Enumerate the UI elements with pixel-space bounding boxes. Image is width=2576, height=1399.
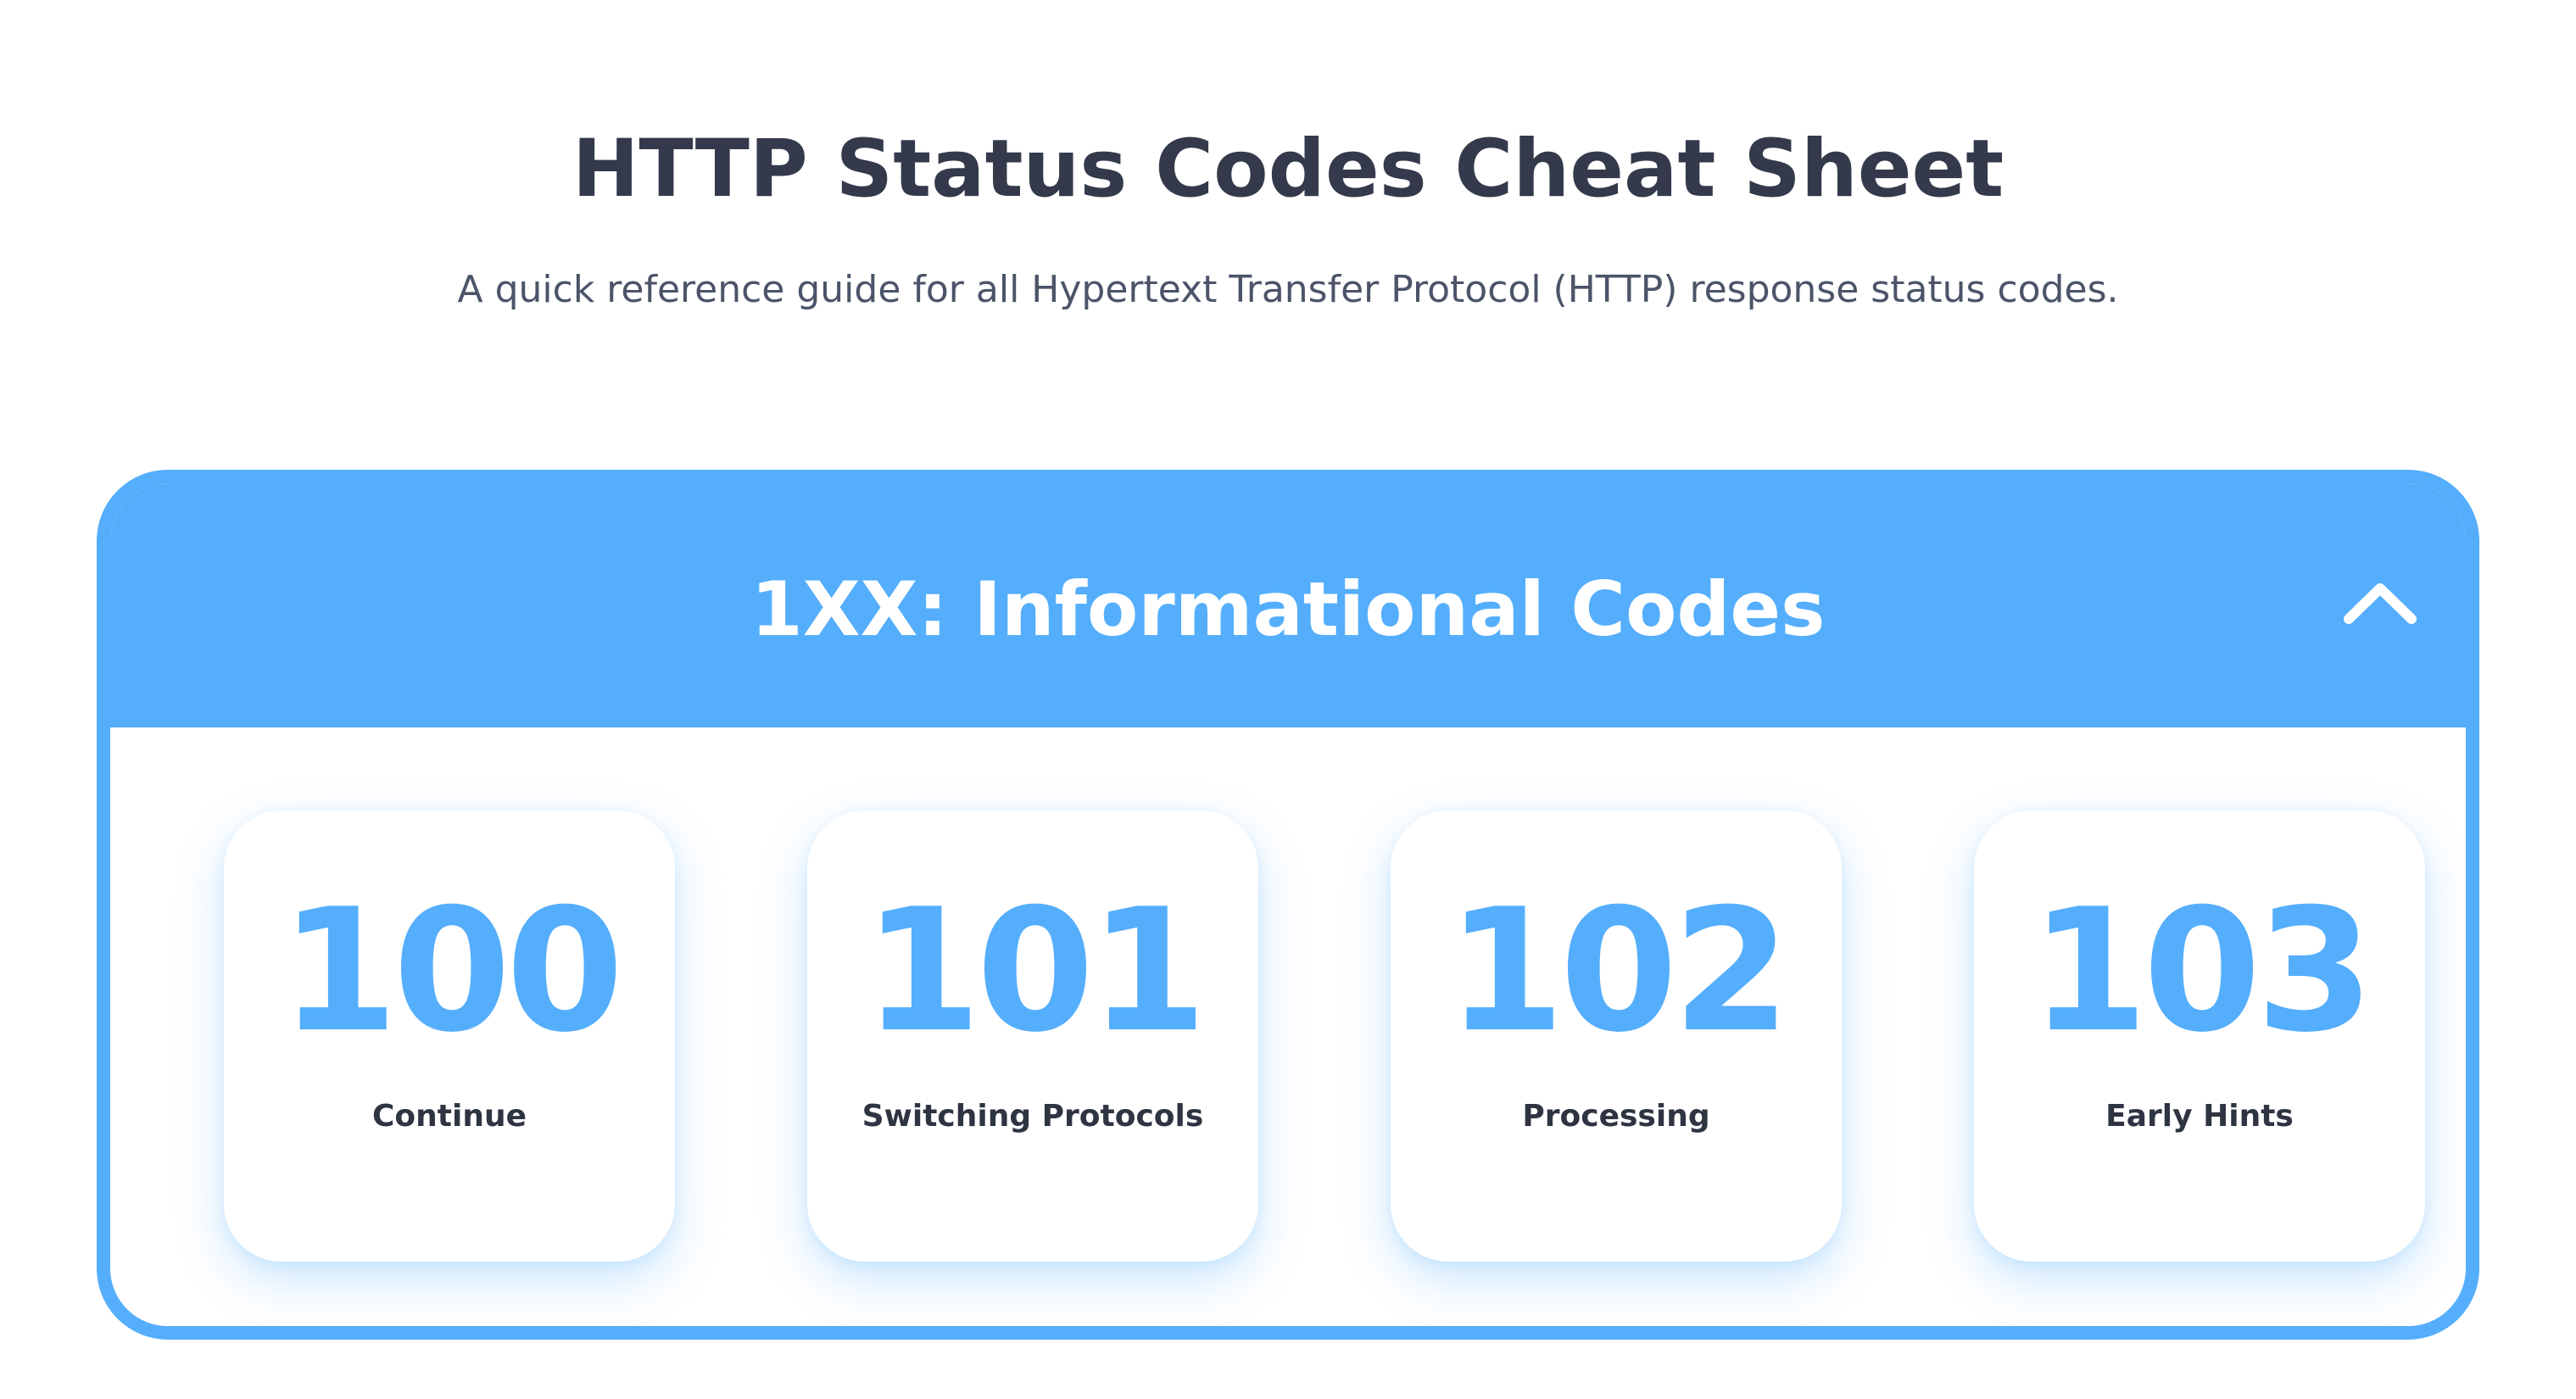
status-card-102[interactable]: 102 Processing <box>1391 811 1842 1262</box>
status-label: Early Hints <box>2105 1099 2294 1134</box>
status-card-103[interactable]: 103 Early Hints <box>1974 811 2425 1262</box>
status-label: Continue <box>371 1099 527 1134</box>
status-label: Processing <box>1522 1099 1710 1134</box>
section-header-toggle[interactable]: 1XX: Informational Codes <box>110 483 2466 727</box>
status-card-100[interactable]: 100 Continue <box>224 811 675 1262</box>
status-code: 100 <box>280 872 623 1070</box>
page-title: HTTP Status Codes Cheat Sheet <box>572 123 2004 215</box>
status-code: 103 <box>2030 872 2373 1070</box>
chevron-up-icon[interactable] <box>2342 577 2418 627</box>
status-code: 102 <box>1447 872 1790 1070</box>
status-code: 101 <box>863 872 1207 1070</box>
status-label: Switching Protocols <box>861 1099 1204 1134</box>
status-section-1xx: 1XX: Informational Codes 100 Continue 10… <box>97 470 2479 1340</box>
section-title: 1XX: Informational Codes <box>750 566 1826 653</box>
page-subtitle: A quick reference guide for all Hypertex… <box>457 268 2119 311</box>
status-card-101[interactable]: 101 Switching Protocols <box>807 811 1258 1262</box>
